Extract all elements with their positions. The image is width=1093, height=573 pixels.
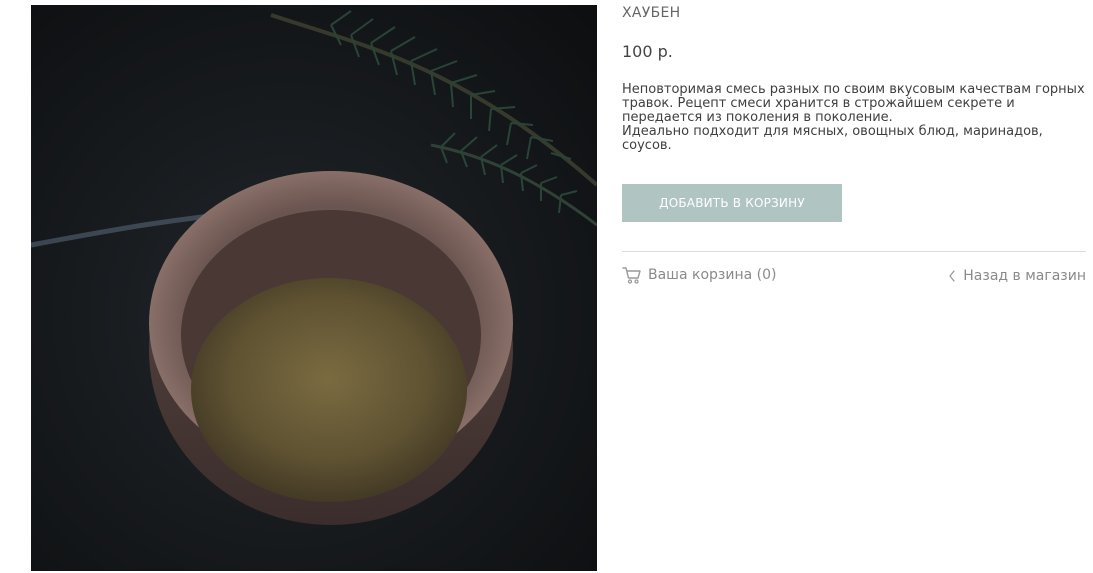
cart-icon (622, 265, 642, 285)
description-paragraph: Неповторимая смесь разных по своим вкусо… (622, 82, 1085, 125)
product-title: ХАУБЕН (622, 5, 681, 21)
chevron-left-icon (947, 269, 957, 283)
spice-bowl-image (31, 5, 597, 571)
divider (622, 251, 1086, 252)
product-page: ХАУБЕН 100 р. Неповторимая смесь разных … (0, 0, 1093, 573)
description-paragraph: Идеально подходит для мясных, овощных бл… (622, 124, 1043, 153)
product-description: Неповторимая смесь разных по своим вкусо… (622, 83, 1086, 153)
product-photo (31, 5, 597, 571)
back-link-label: Назад в магазин (963, 268, 1086, 284)
add-to-cart-button[interactable]: ДОБАВИТЬ В КОРЗИНУ (622, 184, 842, 222)
back-to-shop-link[interactable]: Назад в магазин (947, 265, 1086, 287)
cart-link-label: Ваша корзина (0) (648, 267, 777, 283)
product-price: 100 р. (622, 42, 673, 61)
cart-link[interactable]: Ваша корзина (0) (622, 264, 777, 286)
